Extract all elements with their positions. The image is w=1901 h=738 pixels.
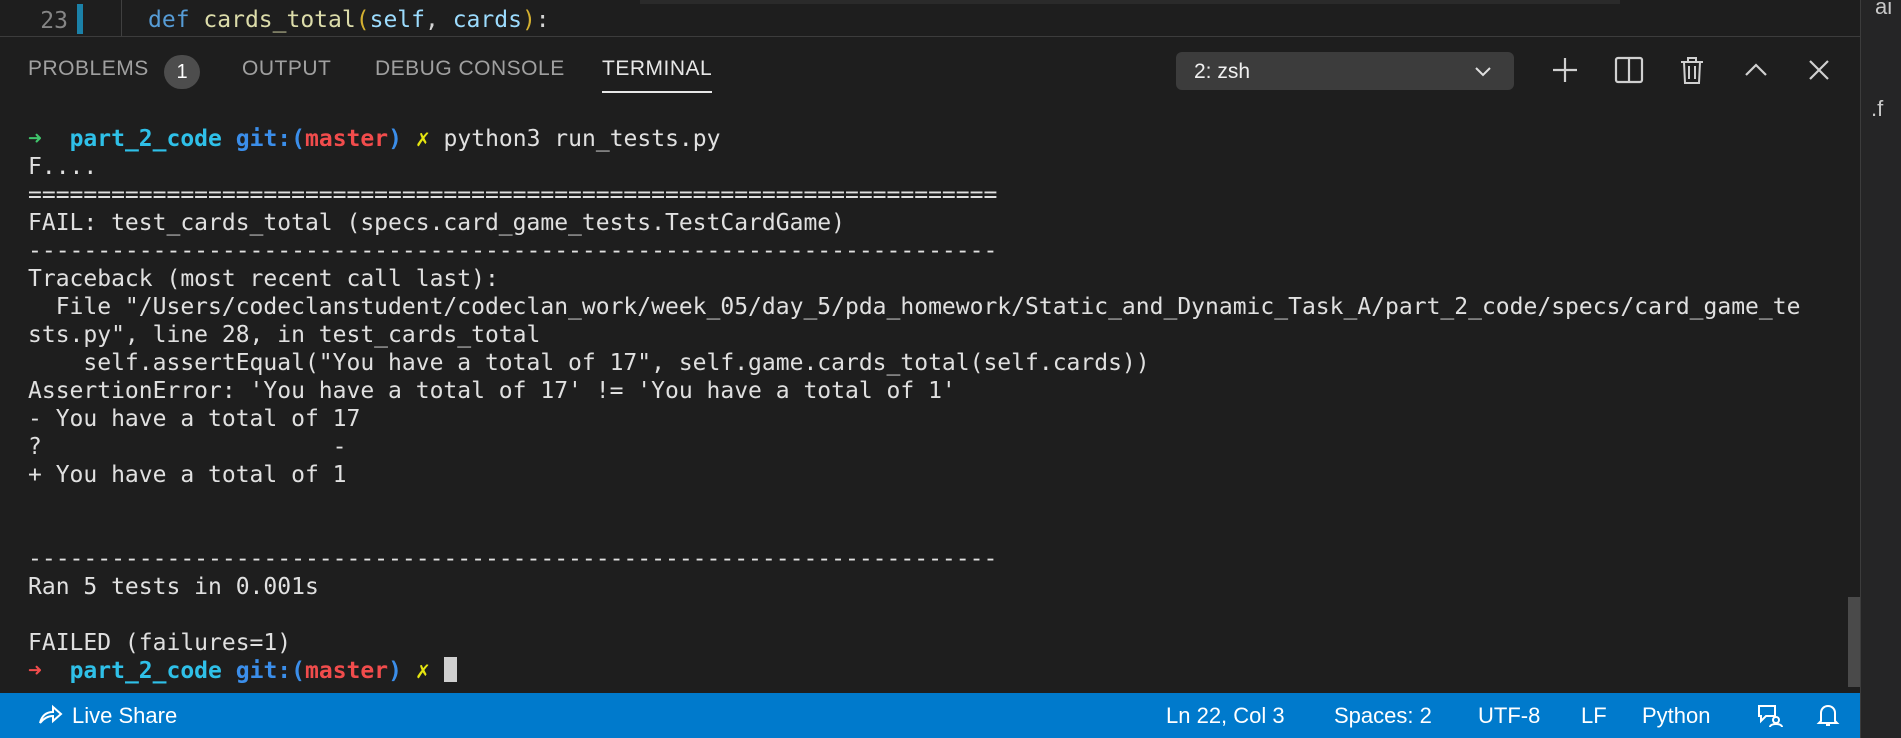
bell-icon[interactable]: [1814, 701, 1842, 729]
editor-peek: 23 def cards_total(self, cards):: [0, 0, 1860, 36]
output-line: FAILED (failures=1): [28, 630, 292, 656]
tab-debug-console[interactable]: DEBUG CONSOLE: [375, 57, 565, 81]
output-line: Ran 5 tests in 0.001s: [28, 574, 319, 600]
live-share-button[interactable]: Live Share: [72, 703, 177, 729]
terminal-select-value: 2: zsh: [1194, 60, 1251, 83]
output-line: - You have a total of 17: [28, 406, 361, 432]
chevron-down-icon: [1475, 67, 1491, 77]
adjacent-text-fragment: .f: [1871, 96, 1884, 121]
language-mode[interactable]: Python: [1642, 703, 1711, 729]
command-text: python3 run_tests.py: [443, 126, 721, 152]
prompt-dir: part_2_code: [69, 658, 222, 684]
output-line: ----------------------------------------…: [28, 238, 998, 264]
prompt-git-close: ): [388, 658, 402, 684]
prompt-dir: part_2_code: [69, 126, 222, 152]
editor-horizontal-scroll[interactable]: [640, 0, 1620, 4]
eol-setting[interactable]: LF: [1581, 703, 1607, 729]
live-share-icon: [39, 704, 63, 724]
bottom-panel: PROBLEMS 1 OUTPUT DEBUG CONSOLE TERMINAL…: [0, 36, 1860, 694]
output-line: ========================================…: [28, 182, 998, 208]
output-line: ? -: [28, 434, 347, 460]
tab-problems[interactable]: PROBLEMS: [28, 57, 149, 81]
open-paren: (: [355, 7, 370, 33]
comma: ,: [424, 7, 453, 33]
keyword-def: def: [148, 7, 190, 33]
adjacent-text-fragment: ai: [1875, 0, 1893, 19]
feedback-icon[interactable]: [1755, 701, 1783, 729]
prompt-arrow: ➜: [28, 126, 42, 152]
output-line: + You have a total of 1: [28, 462, 347, 488]
indent-guide: [121, 0, 122, 36]
param-cards: cards: [452, 7, 522, 33]
cursor-position[interactable]: Ln 22, Col 3: [1166, 703, 1285, 729]
param-self: self: [369, 7, 425, 33]
split-icon[interactable]: [1611, 52, 1647, 88]
prompt-git: git:(: [235, 126, 305, 152]
tab-output[interactable]: OUTPUT: [242, 57, 331, 81]
panel-tabs: PROBLEMS 1 OUTPUT DEBUG CONSOLE TERMINAL…: [0, 37, 1860, 107]
terminal-cursor[interactable]: [443, 657, 457, 682]
modified-gutter-marker[interactable]: [77, 4, 83, 34]
indentation-setting[interactable]: Spaces: 2: [1334, 703, 1432, 729]
close-paren: ): [521, 7, 536, 33]
prompt-git: git:(: [235, 658, 305, 684]
prompt-git-close: ): [388, 126, 402, 152]
prompt-arrow: ➜: [28, 658, 42, 684]
output-line: ----------------------------------------…: [28, 546, 998, 572]
encoding-setting[interactable]: UTF-8: [1478, 703, 1540, 729]
output-line: FAIL: test_cards_total (specs.card_game_…: [28, 210, 845, 236]
terminal-output[interactable]: ➜ part_2_code git:(master) ✗ python3 run…: [28, 125, 1828, 685]
code-line[interactable]: def cards_total(self, cards):: [148, 7, 550, 33]
status-bar: Live Share Ln 22, Col 3 Spaces: 2 UTF-8 …: [0, 693, 1860, 738]
prompt-line: ➜ part_2_code git:(master) ✗ python3 run…: [28, 125, 1828, 153]
output-line-wrapped: File "/Users/codeclanstudent/codeclan_wo…: [28, 294, 1801, 348]
terminal-scrollbar[interactable]: [1848, 597, 1860, 687]
output-line: AssertionError: 'You have a total of 17'…: [28, 378, 956, 404]
line-number: 23: [40, 8, 68, 34]
output-line: F....: [28, 154, 98, 180]
prompt-line: ➜ part_2_code git:(master) ✗: [28, 657, 1828, 685]
colon: :: [535, 7, 550, 33]
prompt-branch: master: [305, 658, 389, 684]
close-icon[interactable]: [1801, 52, 1837, 88]
terminal-select[interactable]: 2: zsh: [1176, 52, 1514, 90]
adjacent-pane: ai .f: [1860, 0, 1901, 738]
prompt-branch: master: [305, 126, 389, 152]
problems-count-badge: 1: [164, 55, 200, 89]
function-name: cards_total: [203, 7, 356, 33]
trash-icon[interactable]: [1674, 52, 1710, 88]
output-line: Traceback (most recent call last):: [28, 266, 499, 292]
prompt-dirty-mark: ✗: [415, 126, 430, 152]
output-line: self.assertEqual("You have a total of 17…: [28, 350, 1150, 376]
tab-terminal[interactable]: TERMINAL: [602, 57, 713, 93]
prompt-dirty-mark: ✗: [415, 658, 430, 684]
plus-icon[interactable]: [1547, 52, 1583, 88]
chevron-up-icon[interactable]: [1738, 52, 1774, 88]
